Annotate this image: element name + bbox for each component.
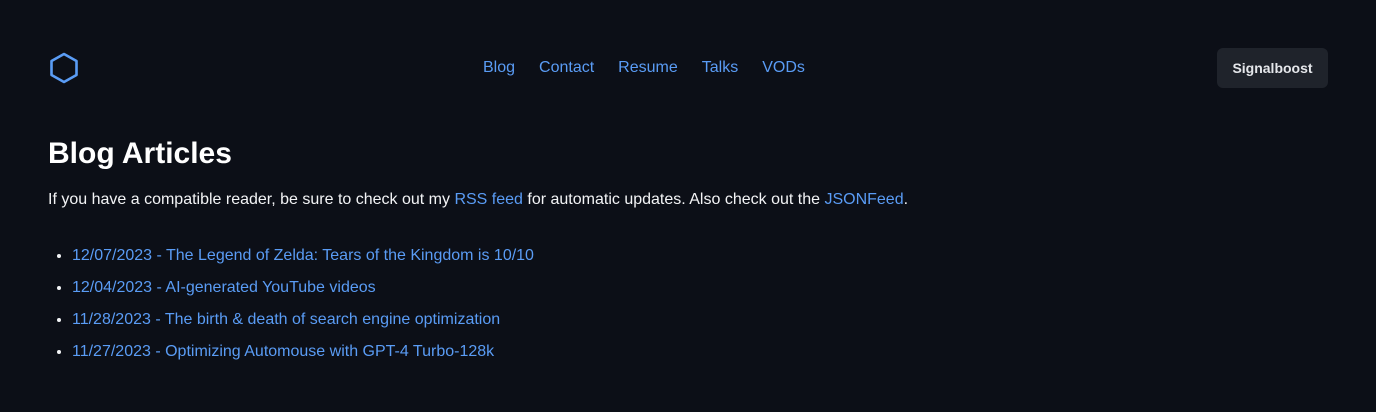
site-header: Blog Contact Resume Talks VODs Signalboo… — [0, 0, 1376, 136]
article-link[interactable]: 12/07/2023 - The Legend of Zelda: Tears … — [72, 247, 534, 264]
list-item: 11/28/2023 - The birth & death of search… — [72, 308, 1328, 332]
rss-feed-link[interactable]: RSS feed — [454, 191, 522, 208]
article-link[interactable]: 12/04/2023 - AI-generated YouTube videos — [72, 279, 376, 296]
signalboost-button[interactable]: Signalboost — [1217, 48, 1328, 88]
intro-paragraph: If you have a compatible reader, be sure… — [48, 188, 1328, 212]
page-title: Blog Articles — [48, 137, 232, 170]
intro-text-end: . — [903, 191, 909, 208]
main-content: Blog Articles If you have a compatible r… — [48, 134, 1328, 372]
article-link[interactable]: 11/28/2023 - The birth & death of search… — [72, 311, 500, 328]
nav-link-vods[interactable]: VODs — [762, 56, 805, 80]
nav-link-talks[interactable]: Talks — [702, 56, 738, 80]
nav-link-contact[interactable]: Contact — [539, 56, 594, 80]
article-list: 12/07/2023 - The Legend of Zelda: Tears … — [48, 244, 1328, 364]
nav-link-blog[interactable]: Blog — [483, 56, 515, 80]
intro-text-start: If you have a compatible reader, be sure… — [48, 191, 455, 208]
list-item: 12/07/2023 - The Legend of Zelda: Tears … — [72, 244, 1328, 268]
nav-link-resume[interactable]: Resume — [618, 56, 678, 80]
list-item: 12/04/2023 - AI-generated YouTube videos — [72, 276, 1328, 300]
article-link[interactable]: 11/27/2023 - Optimizing Automouse with G… — [72, 343, 494, 360]
hexagon-icon — [50, 52, 78, 84]
main-nav: Blog Contact Resume Talks VODs — [483, 56, 805, 80]
list-item: 11/27/2023 - Optimizing Automouse with G… — [72, 340, 1328, 364]
intro-text-middle: for automatic updates. Also check out th… — [522, 191, 825, 208]
site-logo[interactable] — [49, 52, 79, 84]
jsonfeed-link[interactable]: JSONFeed — [824, 191, 903, 208]
